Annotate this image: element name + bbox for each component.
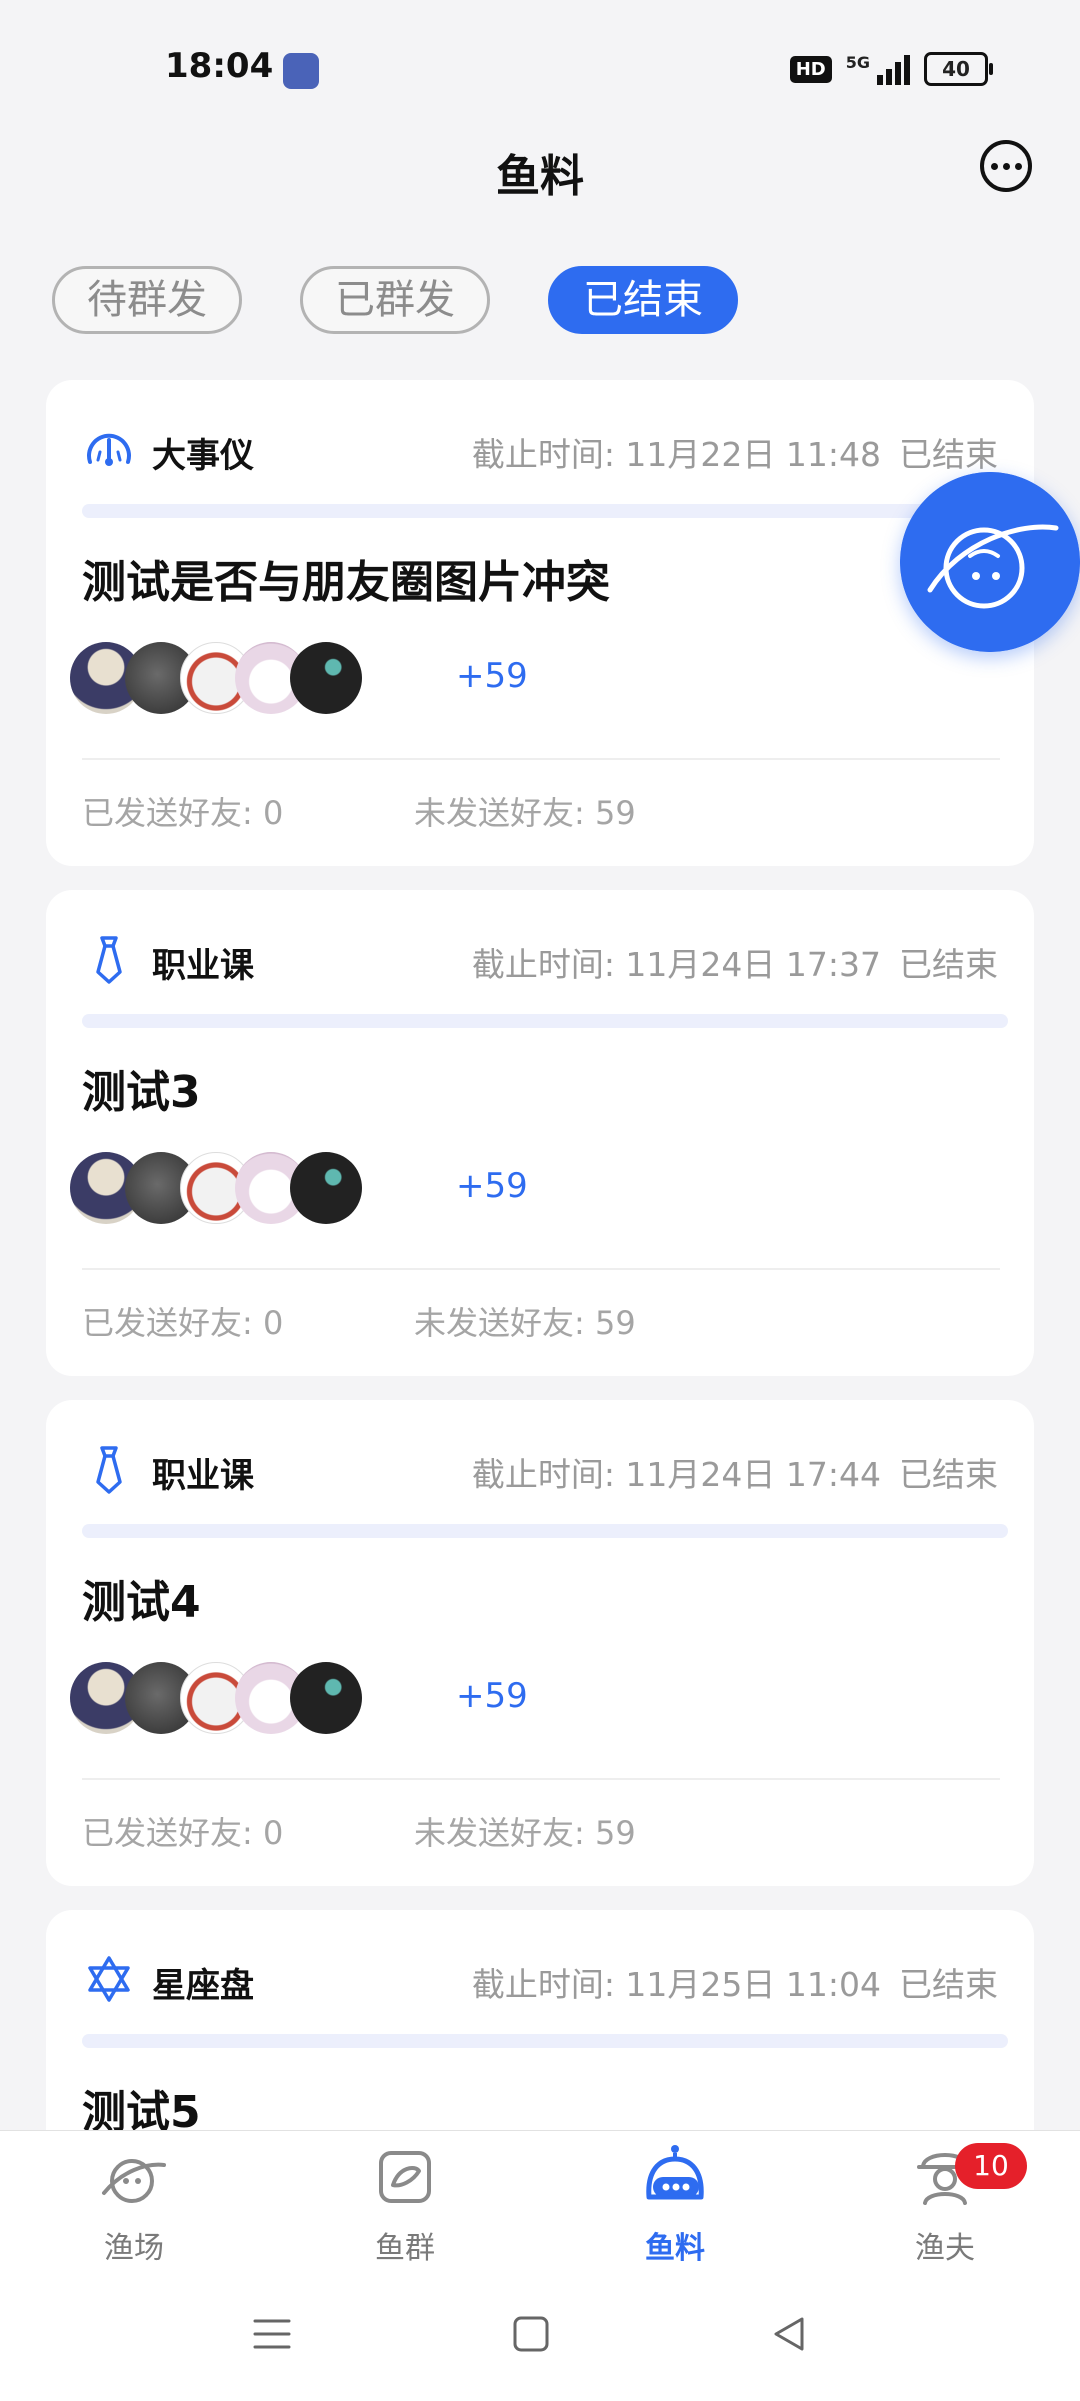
avatar: [290, 1662, 362, 1734]
status-label: 已结束: [899, 1965, 998, 2004]
progress-bar: [82, 2034, 1008, 2048]
star-of-david-icon: [88, 1956, 130, 2002]
dot-icon: [990, 162, 998, 170]
card-deadline: 截止时间: 11月25日 11:04 已结束: [472, 1958, 998, 2006]
necktie-icon: [96, 1446, 122, 1494]
dot-icon: [1002, 162, 1010, 170]
avatar: [290, 642, 362, 714]
status-label: 已结束: [899, 435, 998, 474]
deadline-text: 截止时间: 11月22日 11:48: [471, 435, 881, 474]
card-deadline: 截止时间: 11月22日 11:48 已结束: [472, 428, 998, 476]
page-title: 鱼料: [496, 151, 584, 202]
progress-bar: [82, 1014, 1008, 1028]
card-header: 职业课 截止时间: 11月24日 17:44 已结束: [82, 1440, 998, 1496]
tab-ended[interactable]: 已结束: [548, 266, 738, 334]
deadline-text: 截止时间: 11月24日 17:37: [471, 945, 881, 984]
notification-badge: 10: [955, 2143, 1027, 2189]
status-label: 已结束: [899, 1455, 998, 1494]
status-label: 已结束: [899, 945, 998, 984]
robot-bait-icon: [646, 2145, 704, 2200]
home-square-icon[interactable]: [512, 2315, 550, 2353]
nav-item-fishing-ground[interactable]: 渔场: [64, 2141, 204, 2267]
dashboard-gauge-icon: [87, 433, 131, 466]
card-header: 星座盘 截止时间: 11月25日 11:04 已结束: [82, 1950, 998, 2006]
status-tabs: 待群发 已群发 已结束: [52, 266, 738, 334]
progress-bar: [82, 1524, 1008, 1538]
nav-label: 渔夫: [915, 2231, 975, 2266]
dot-icon: [1014, 162, 1022, 170]
more-count[interactable]: +59: [456, 1676, 528, 1716]
status-indicators: HD 5G 40: [789, 52, 993, 86]
deadline-text: 截止时间: 11月24日 17:44: [471, 1455, 881, 1494]
progress-bar: [82, 504, 1008, 518]
task-card[interactable]: 大事仪 截止时间: 11月22日 11:48 已结束 测试是否与朋友圈图片冲突 +…: [46, 380, 1034, 866]
nav-label: 鱼料: [645, 2231, 705, 2266]
task-card[interactable]: 职业课 截止时间: 11月24日 17:44 已结束 测试4 +59 已发送好友:…: [46, 1400, 1034, 1886]
sent-count: 已发送好友: 0: [82, 1304, 284, 1342]
avatar-group: [70, 642, 400, 714]
card-title: 测试是否与朋友圈图片冲突: [82, 557, 610, 608]
nav-item-fish-bait[interactable]: 鱼料: [605, 2141, 745, 2267]
deadline-text: 截止时间: 11月25日 11:04: [471, 1965, 881, 2004]
status-time: 18:04: [165, 46, 274, 86]
battery-icon: 40: [924, 52, 993, 86]
card-deadline: 截止时间: 11月24日 17:37 已结束: [472, 938, 998, 986]
nav-item-fish-group[interactable]: 鱼群: [335, 2141, 475, 2267]
avatar: [290, 1152, 362, 1224]
more-count[interactable]: +59: [456, 656, 528, 696]
more-options-button[interactable]: [980, 140, 1032, 192]
system-nav-bar: [0, 2303, 1080, 2373]
menu-icon[interactable]: [253, 2315, 291, 2353]
unsent-count: 未发送好友: 59: [414, 1814, 636, 1852]
sent-count: 已发送好友: 0: [82, 794, 284, 832]
hd-icon: HD: [789, 55, 832, 83]
page-header: 鱼料: [0, 120, 1080, 220]
more-count[interactable]: +59: [456, 1166, 528, 1206]
card-category: 星座盘: [152, 1966, 254, 2006]
fish-group-icon: [379, 2151, 431, 2203]
nav-label: 鱼群: [375, 2231, 435, 2266]
necktie-icon: [96, 936, 122, 984]
card-deadline: 截止时间: 11月24日 17:44 已结束: [472, 1448, 998, 1496]
card-category: 职业课: [152, 1456, 254, 1496]
network-type: 5G: [845, 53, 870, 72]
back-triangle-icon[interactable]: [770, 2315, 808, 2353]
bottom-nav: 渔场 鱼群 鱼料 10 渔夫: [0, 2130, 1080, 2401]
tab-pending[interactable]: 待群发: [52, 266, 242, 334]
card-header: 大事仪 截止时间: 11月22日 11:48 已结束: [82, 420, 998, 476]
card-category: 职业课: [152, 946, 254, 986]
card-category: 大事仪: [152, 436, 254, 476]
avatar-group: [70, 1662, 400, 1734]
sent-count: 已发送好友: 0: [82, 1814, 284, 1852]
card-title: 测试3: [82, 1067, 201, 1118]
unsent-count: 未发送好友: 59: [414, 1304, 636, 1342]
divider: [82, 1778, 1000, 1780]
nav-label: 渔场: [104, 2231, 164, 2266]
unsent-count: 未发送好友: 59: [414, 794, 636, 832]
divider: [82, 1268, 1000, 1270]
app-notification-icon: [283, 53, 319, 89]
floating-planet-button[interactable]: [900, 472, 1080, 652]
nav-item-fisherman[interactable]: 10 渔夫: [875, 2141, 1027, 2267]
card-title: 测试4: [82, 1577, 201, 1628]
planet-fishing-icon: [102, 2159, 166, 2203]
status-bar: 18:04 HD 5G 40: [0, 0, 1080, 120]
task-card[interactable]: 职业课 截止时间: 11月24日 17:37 已结束 测试3 +59 已发送好友:…: [46, 890, 1034, 1376]
card-header: 职业课 截止时间: 11月24日 17:37 已结束: [82, 930, 998, 986]
divider: [82, 758, 1000, 760]
avatar-group: [70, 1152, 400, 1224]
tab-sent[interactable]: 已群发: [300, 266, 490, 334]
signal-icon: 5G: [846, 53, 910, 85]
